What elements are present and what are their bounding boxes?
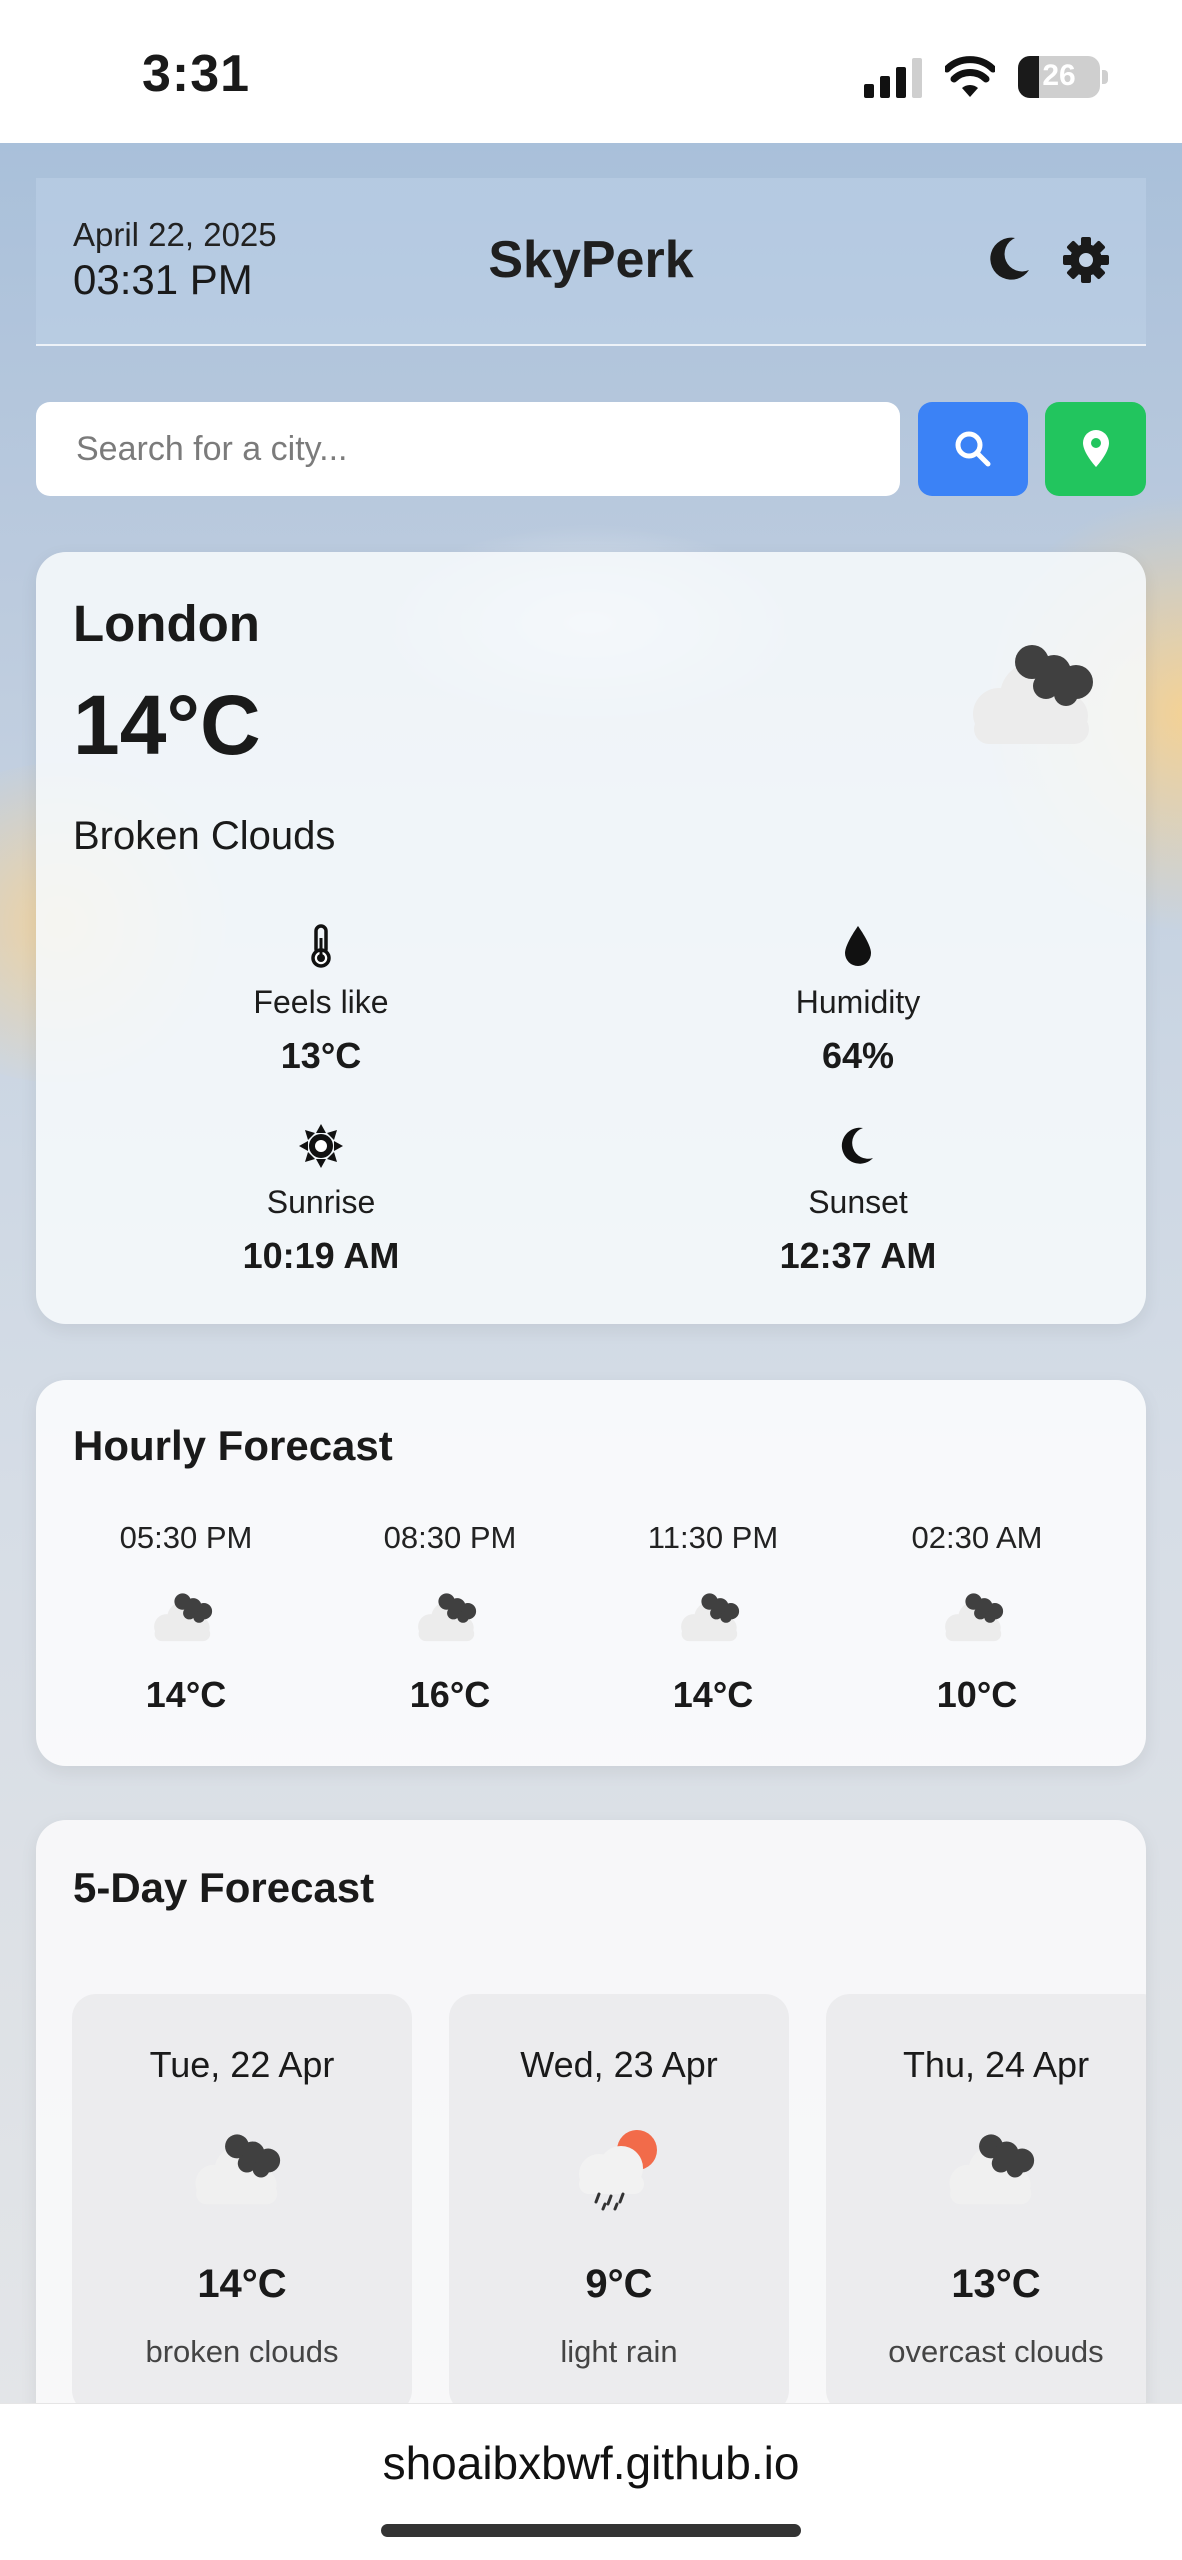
signal-icon xyxy=(864,58,922,98)
daily-temp: 9°C xyxy=(585,2262,653,2306)
daily-date: Wed, 23 Apr xyxy=(520,2044,718,2085)
browser-url-bar[interactable]: shoaibxbwf.github.io xyxy=(0,2403,1182,2560)
daily-temp: 13°C xyxy=(951,2262,1041,2306)
daily-summary: broken clouds xyxy=(145,2334,339,2369)
hourly-title: Hourly Forecast xyxy=(73,1422,393,1469)
app-title: SkyPerk xyxy=(488,231,694,289)
broken-clouds-icon xyxy=(154,1593,213,1642)
hourly-item: 11:30 PM 14°C xyxy=(598,1520,828,1716)
broken-clouds-icon xyxy=(418,1593,477,1642)
humidity-stat: Humidity 64% xyxy=(708,924,1008,1077)
stat-value: 12:37 AM xyxy=(779,1235,937,1276)
city-search-input[interactable] xyxy=(36,402,900,496)
app-header: April 22, 2025 03:31 PM SkyPerk xyxy=(36,178,1146,346)
sunrise-stat: Sunrise 10:19 AM xyxy=(171,1124,471,1277)
url-text[interactable]: shoaibxbwf.github.io xyxy=(0,2436,1182,2490)
daily-item: Wed, 23 Apr 9°C light rain xyxy=(449,1994,789,2414)
location-pin-icon xyxy=(1082,430,1109,467)
battery-level: 26 xyxy=(1042,59,1076,92)
stat-value: 64% xyxy=(821,1035,895,1076)
hourly-temp: 16°C xyxy=(409,1674,491,1715)
hourly-time: 02:30 AM xyxy=(911,1520,1043,1555)
daily-title: 5-Day Forecast xyxy=(73,1864,375,1911)
broken-clouds-icon xyxy=(195,2134,281,2205)
sun-icon xyxy=(299,1124,343,1168)
daily-temp: 14°C xyxy=(197,2262,287,2306)
sunset-stat: Sunset 12:37 AM xyxy=(708,1124,1008,1277)
hourly-forecast-card: Hourly Forecast 05:30 PM 14°C 08:30 PM 1… xyxy=(36,1380,1146,1766)
status-bar: 3:31 26 xyxy=(0,0,1182,143)
current-temperature: 14°C xyxy=(73,678,261,772)
hourly-temp: 14°C xyxy=(145,1674,227,1715)
daily-summary: light rain xyxy=(560,2334,678,2369)
hourly-time: 08:30 PM xyxy=(383,1520,517,1555)
stat-label: Sunset xyxy=(808,1184,908,1220)
stat-label: Humidity xyxy=(795,984,921,1020)
light-rain-icon xyxy=(579,2130,657,2211)
hourly-temp: 10°C xyxy=(936,1674,1018,1715)
broken-clouds-icon xyxy=(945,1593,1004,1642)
hourly-item: 08:30 PM 16°C xyxy=(335,1520,565,1716)
wifi-icon xyxy=(945,56,995,97)
daily-forecast-scroller[interactable]: Tue, 22 Apr 14°C broken clouds Wed, 23 A… xyxy=(72,1994,1146,2460)
daily-date: Tue, 22 Apr xyxy=(149,2044,335,2085)
droplet-icon xyxy=(845,926,871,966)
hourly-time: 11:30 PM xyxy=(647,1520,779,1555)
broken-clouds-icon xyxy=(973,645,1093,744)
current-weather-card: London 14°C Broken Clouds Feels like 13°… xyxy=(36,552,1146,1324)
stat-label: Feels like xyxy=(253,984,389,1020)
daily-item: Tue, 22 Apr 14°C broken clouds xyxy=(72,1994,412,2414)
battery-nub xyxy=(1102,70,1108,84)
search-button[interactable] xyxy=(918,402,1028,496)
broken-clouds-icon xyxy=(681,1593,740,1642)
daily-forecast-card: 5-Day Forecast Tue, 22 Apr 14°C broken c… xyxy=(36,1820,1146,2460)
gear-icon[interactable] xyxy=(1062,236,1110,284)
status-time: 3:31 xyxy=(142,45,251,103)
hourly-time: 05:30 PM xyxy=(119,1520,253,1555)
moon-icon[interactable] xyxy=(987,236,1031,282)
battery-icon: 26 xyxy=(1018,56,1100,98)
moon-icon xyxy=(841,1127,873,1164)
stat-value: 13°C xyxy=(280,1035,362,1076)
daily-summary: overcast clouds xyxy=(888,2334,1104,2369)
stat-value: 10:19 AM xyxy=(242,1235,400,1276)
hourly-temp: 14°C xyxy=(672,1674,754,1715)
location-button[interactable] xyxy=(1045,402,1146,496)
hourly-item: 05:30 PM 14°C xyxy=(71,1520,301,1716)
city-name: London xyxy=(73,595,260,652)
thermometer-icon xyxy=(311,924,331,968)
daily-item: Thu, 24 Apr 13°C overcast clouds xyxy=(826,1994,1146,2414)
search-icon xyxy=(955,431,991,467)
feels-like-stat: Feels like 13°C xyxy=(171,924,471,1077)
home-indicator[interactable] xyxy=(381,2524,801,2537)
broken-clouds-icon xyxy=(949,2134,1035,2205)
weather-description: Broken Clouds xyxy=(73,814,336,858)
daily-date: Thu, 24 Apr xyxy=(902,2044,1090,2085)
stat-label: Sunrise xyxy=(266,1184,376,1220)
hourly-item: 02:30 AM 10°C xyxy=(862,1520,1092,1716)
